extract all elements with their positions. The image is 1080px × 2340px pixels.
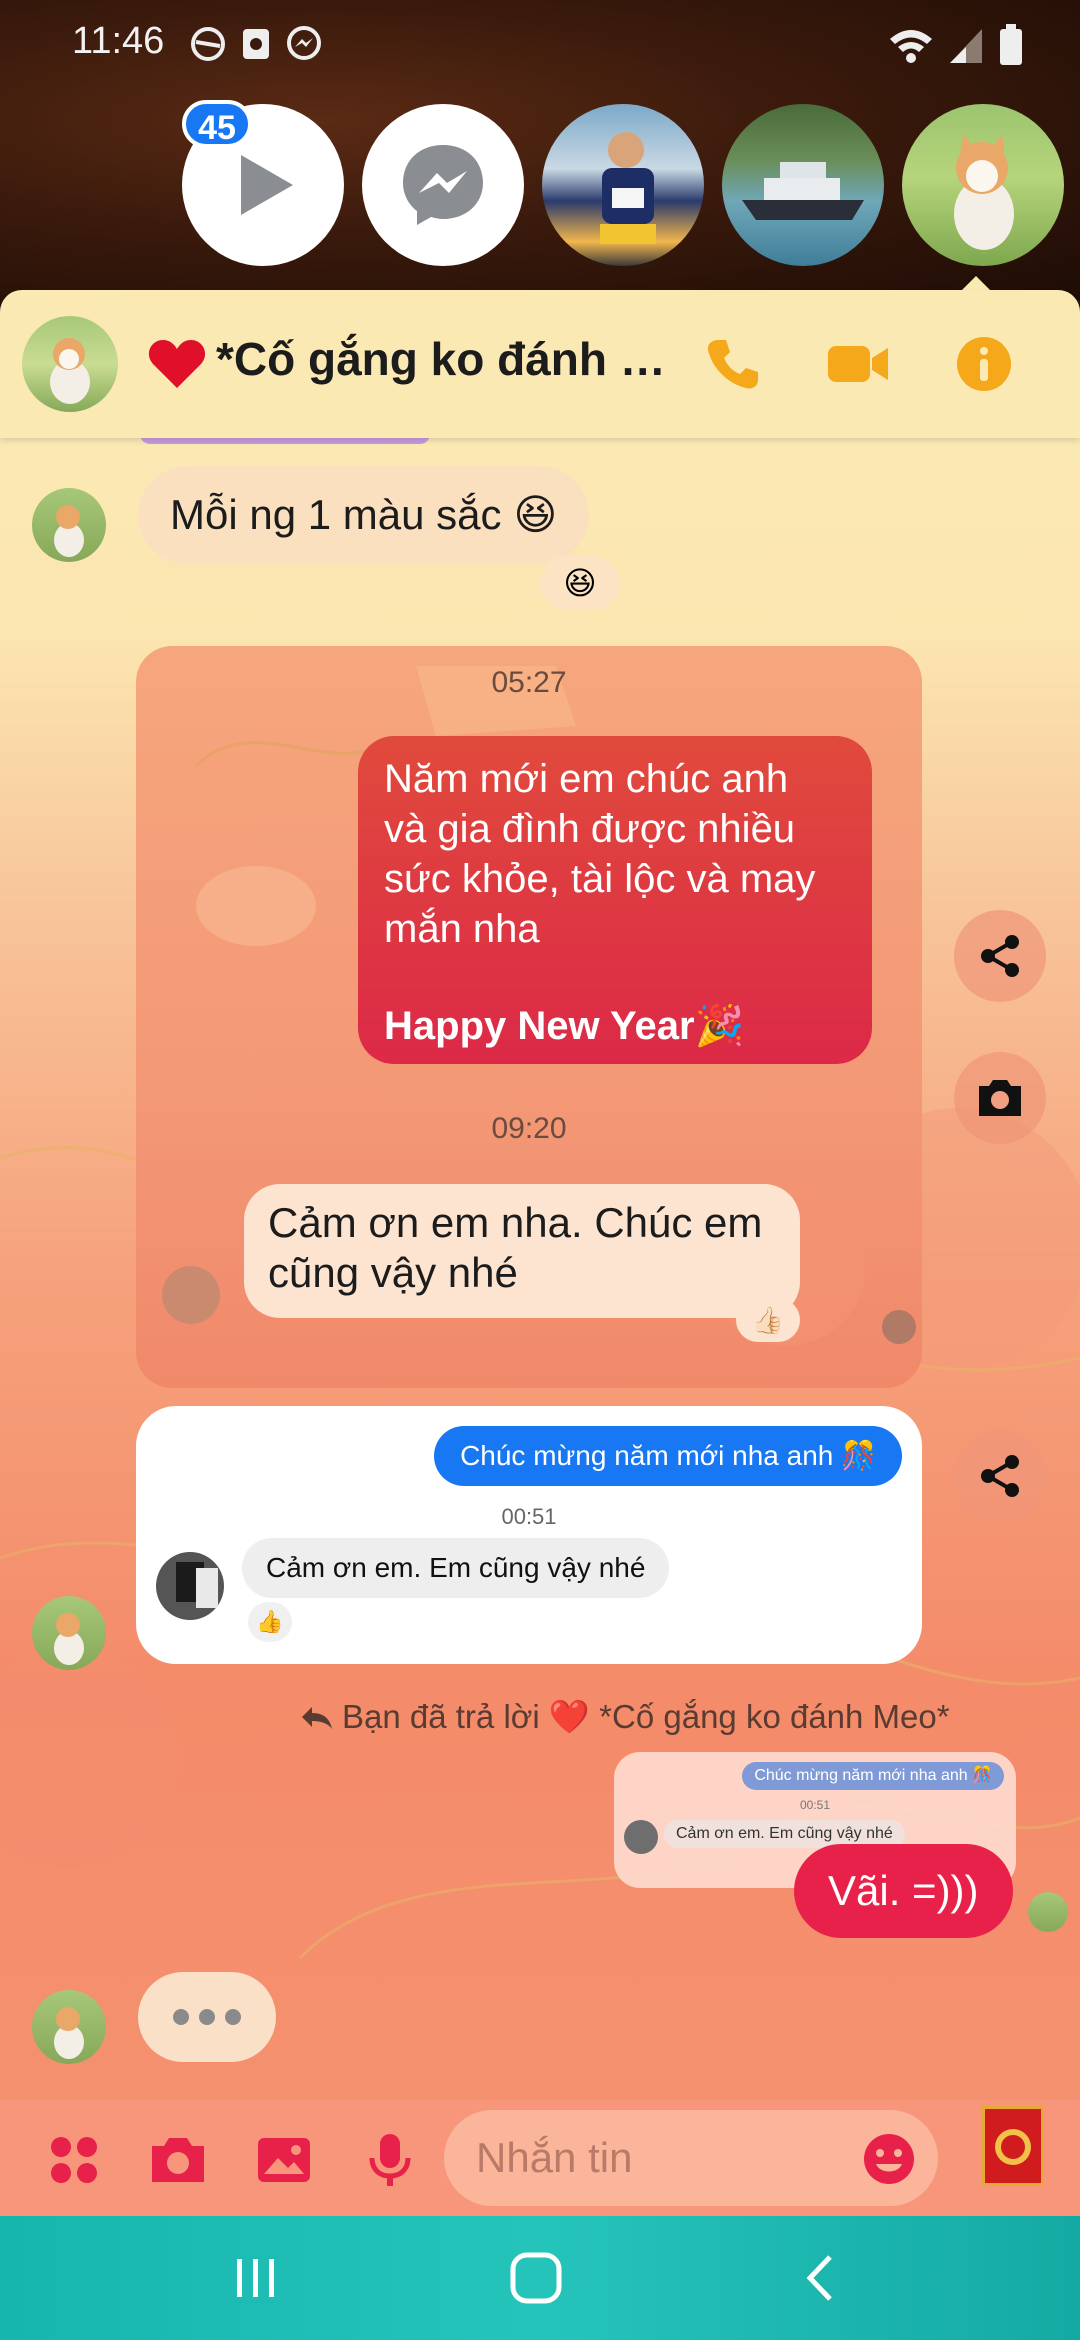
- shared-sender-avatar: [156, 1552, 224, 1620]
- quoted-timestamp: 00:51: [799, 1798, 831, 1812]
- greeting-bubble[interactable]: Năm mới em chúc anh và gia đình được nhi…: [358, 736, 872, 1064]
- typing-indicator: [138, 1972, 276, 2062]
- share-icon: [981, 935, 1019, 977]
- greeting-line: và gia đình được nhiều: [384, 807, 796, 851]
- shared-conversation-card[interactable]: Chúc mừng năm mới nha anh 🎊 00:51 Cảm ơn…: [136, 1406, 922, 1664]
- messenger-icon: [287, 26, 321, 60]
- reply-line: cũng vậy nhé: [268, 1249, 518, 1296]
- greeting-line: Năm mới em chúc anh: [384, 757, 789, 801]
- shared-timestamp: 00:51: [501, 1504, 557, 1529]
- message-input[interactable]: [476, 2130, 856, 2186]
- call-button[interactable]: [700, 332, 764, 396]
- cat-photo: [50, 338, 90, 404]
- mic-icon: [369, 2134, 411, 2186]
- home-button[interactable]: [496, 2246, 576, 2310]
- runner-photo: [600, 132, 656, 244]
- sender-avatar: [32, 1990, 106, 2064]
- cat-photo: [54, 1613, 84, 1665]
- header-avatar[interactable]: [22, 316, 118, 412]
- battery-icon: [1000, 24, 1022, 65]
- image-icon: [258, 2138, 310, 2182]
- card-timestamp: 05:27: [491, 666, 567, 699]
- data-saver-icon: [191, 27, 225, 61]
- chathead-runner-avatar[interactable]: [542, 104, 704, 266]
- gallery-button[interactable]: [254, 2130, 314, 2190]
- previous-message-edge: [140, 438, 430, 444]
- quoted-avatar: [624, 1820, 658, 1854]
- card-sender-avatar: [162, 1266, 220, 1324]
- card-reply-bubble[interactable]: Cảm ơn em nha. Chúc em cũng vậy nhé: [244, 1184, 800, 1318]
- cat-photo: [54, 505, 84, 557]
- sender-avatar[interactable]: [32, 488, 106, 562]
- shared-reply-bubble: Cảm ơn em. Em cũng vậy nhé: [242, 1538, 670, 1598]
- yacht-photo: [742, 162, 864, 220]
- greeting-footer: Happy New Year🎉: [384, 1004, 745, 1048]
- lucky-envelope-button[interactable]: [982, 2106, 1044, 2186]
- camera-button[interactable]: [954, 1052, 1046, 1144]
- video-icon: [828, 346, 888, 382]
- status-bar: 11:46: [0, 0, 1080, 86]
- lucky-envelope-icon: [995, 2129, 1031, 2165]
- apps-button[interactable]: [44, 2130, 104, 2190]
- camera-icon: [152, 2138, 204, 2182]
- chat-header: *Cố gắng ko đánh M...: [0, 290, 1080, 438]
- chathead-yacht-avatar[interactable]: [722, 104, 884, 266]
- cat-photo: [954, 134, 1014, 250]
- system-navigation-bar: [0, 2216, 1080, 2340]
- camera-icon: [979, 1080, 1021, 1116]
- back-icon: [806, 2255, 832, 2301]
- sender-avatar[interactable]: [32, 1596, 106, 1670]
- quoted-sent-bubble: Chúc mừng năm mới nha anh 🎊: [742, 1762, 1004, 1790]
- gallery-icon: [243, 29, 269, 59]
- share-button[interactable]: [954, 910, 1046, 1002]
- card-reaction-pill: 👍🏻: [736, 1298, 800, 1342]
- phone-icon: [707, 340, 758, 389]
- apps-icon: [51, 2137, 97, 2183]
- seen-avatar: [1028, 1892, 1068, 1932]
- share-icon: [981, 1455, 1019, 1497]
- shared-reaction: 👍: [248, 1602, 292, 1642]
- forwarded-story-card[interactable]: 05:27 Năm mới em chúc anh và gia đình đư…: [136, 646, 922, 1388]
- card-timestamp: 09:20: [491, 1112, 567, 1145]
- conversation-title[interactable]: *Cố gắng ko đánh M...: [216, 332, 676, 386]
- chathead-cat-avatar[interactable]: [902, 104, 1064, 266]
- chathead-messenger[interactable]: [362, 104, 524, 266]
- reaction-pill[interactable]: 😆: [540, 556, 620, 610]
- heart-icon: [148, 340, 206, 388]
- video-call-button[interactable]: [826, 332, 890, 396]
- info-button[interactable]: [952, 332, 1016, 396]
- chat-thread[interactable]: Mỗi ng 1 màu sắc 😆 😆 05:27 Năm mới em ch…: [0, 438, 1080, 2100]
- home-icon: [510, 2252, 562, 2304]
- message-input-pill[interactable]: [444, 2110, 938, 2206]
- reply-line: Cảm ơn em nha. Chúc em: [268, 1199, 763, 1246]
- recents-icon: [237, 2259, 274, 2297]
- reply-context-note: Bạn đã trả lời ❤️ *Cố gắng ko đánh Meo*: [300, 1698, 950, 1737]
- message-composer: [0, 2100, 1080, 2216]
- recent-apps-button[interactable]: [216, 2246, 296, 2310]
- unread-badge: 45: [182, 100, 252, 148]
- emoji-icon[interactable]: [862, 2132, 916, 2186]
- status-time: 11:46: [72, 20, 165, 62]
- shared-sent-bubble: Chúc mừng năm mới nha anh 🎊: [434, 1426, 902, 1486]
- share-button[interactable]: [954, 1430, 1046, 1522]
- reply-context-text: Bạn đã trả lời ❤️ *Cố gắng ko đánh Meo*: [342, 1698, 950, 1735]
- play-icon: [241, 155, 293, 215]
- info-icon: [957, 337, 1011, 391]
- signal-icon: [950, 29, 982, 63]
- greeting-line: mắn nha: [384, 907, 540, 951]
- sent-message-bubble[interactable]: Vãi. =))): [794, 1844, 1013, 1938]
- message-bubble-received[interactable]: Mỗi ng 1 màu sắc 😆: [138, 466, 590, 564]
- message-text: Mỗi ng 1 màu sắc: [170, 491, 502, 538]
- laugh-emoji: 😆: [513, 491, 558, 538]
- sender-photo: [176, 1562, 218, 1608]
- camera-button[interactable]: [148, 2130, 208, 2190]
- greeting-line: sức khỏe, tài lộc và may: [384, 857, 816, 901]
- seen-avatar: [882, 1310, 916, 1344]
- back-button[interactable]: [780, 2246, 860, 2310]
- wifi-icon: [890, 30, 932, 63]
- messenger-icon: [403, 145, 483, 225]
- cat-photo: [54, 2007, 84, 2059]
- reply-arrow-icon: [302, 1706, 332, 1729]
- voice-button[interactable]: [360, 2130, 420, 2190]
